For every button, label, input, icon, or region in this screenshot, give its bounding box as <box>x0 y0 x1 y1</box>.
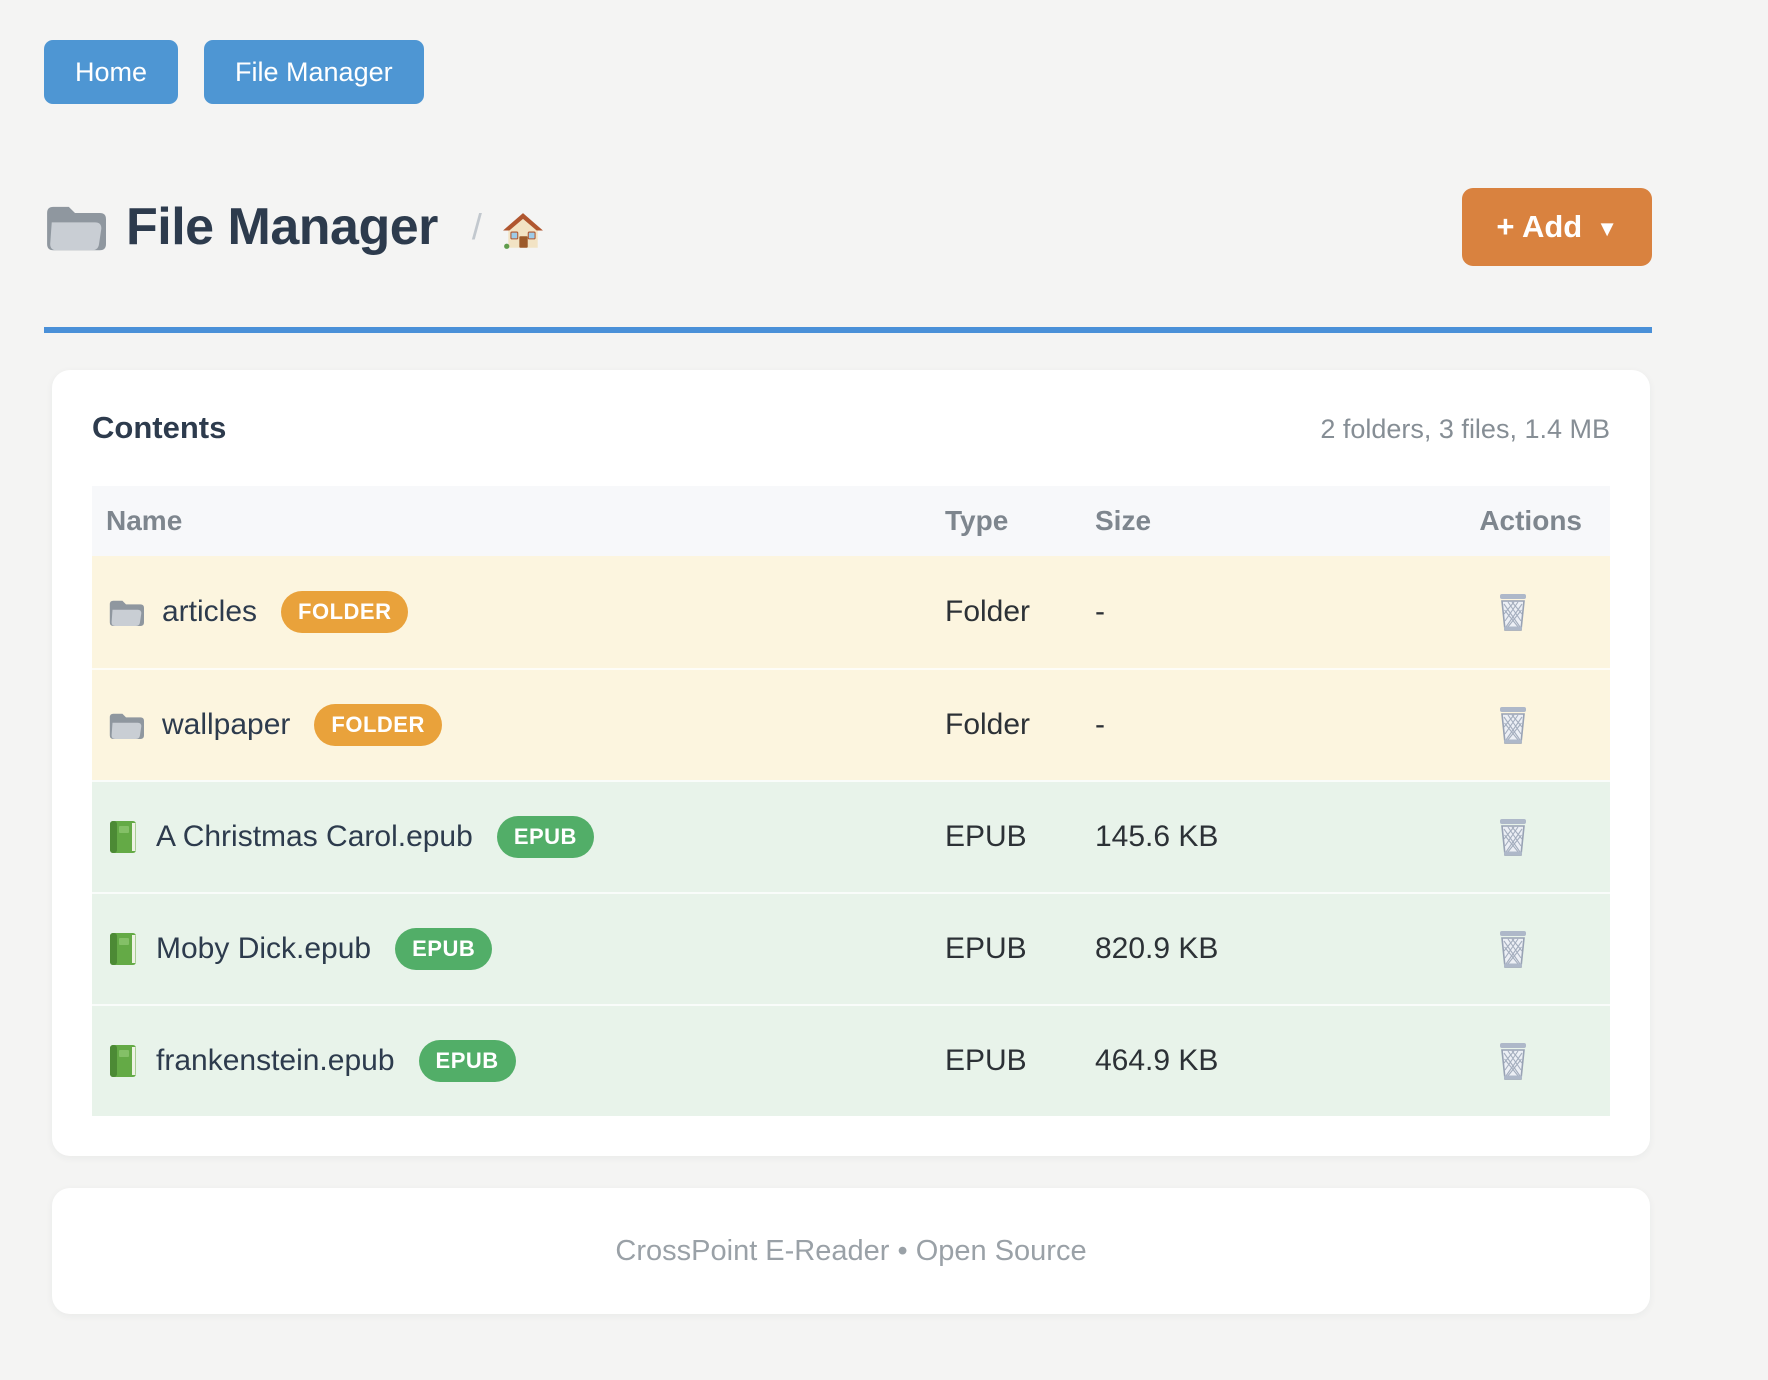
size-cell: 820.9 KB <box>1095 932 1415 966</box>
title-divider <box>44 327 1652 333</box>
home-button[interactable]: Home <box>44 40 178 104</box>
actions-cell <box>1415 1037 1610 1086</box>
page-header: File Manager / + Add ▼ <box>44 188 1652 266</box>
table-row[interactable]: articles FOLDER Folder - <box>92 556 1610 668</box>
table-row[interactable]: Moby Dick.epub EPUB EPUB 820.9 KB <box>92 892 1610 1004</box>
actions-cell <box>1415 701 1610 750</box>
file-name[interactable]: A Christmas Carol.epub <box>156 820 473 854</box>
file-badge: EPUB <box>497 816 594 858</box>
file-badge: FOLDER <box>281 591 408 633</box>
contents-header: Contents 2 folders, 3 files, 1.4 MB <box>92 410 1610 446</box>
file-name[interactable]: frankenstein.epub <box>156 1044 395 1078</box>
actions-cell <box>1415 925 1610 974</box>
footer-card: CrossPoint E-Reader • Open Source <box>52 1188 1650 1314</box>
type-cell: Folder <box>945 708 1095 742</box>
contents-heading: Contents <box>92 410 226 446</box>
file-name[interactable]: Moby Dick.epub <box>156 932 371 966</box>
column-header-actions: Actions <box>1415 505 1610 537</box>
file-manager-button[interactable]: File Manager <box>204 40 424 104</box>
book-icon <box>108 932 138 966</box>
file-name[interactable]: wallpaper <box>162 708 290 742</box>
name-cell: Moby Dick.epub EPUB <box>92 928 945 970</box>
folder-icon <box>44 201 106 253</box>
file-badge: EPUB <box>395 928 492 970</box>
table-row[interactable]: A Christmas Carol.epub EPUB EPUB 145.6 K… <box>92 780 1610 892</box>
page: Home File Manager File Manager / + Add ▼… <box>0 0 1768 1314</box>
delete-button[interactable] <box>1491 925 1535 974</box>
actions-cell <box>1415 813 1610 862</box>
breadcrumb-separator: / <box>472 206 482 248</box>
title-group: File Manager / <box>44 197 544 257</box>
contents-card: Contents 2 folders, 3 files, 1.4 MB Name… <box>52 370 1650 1156</box>
trash-icon <box>1495 929 1531 970</box>
book-icon <box>108 1044 138 1078</box>
column-header-name: Name <box>92 505 945 537</box>
folder-icon <box>108 598 144 627</box>
file-badge: EPUB <box>419 1040 516 1082</box>
size-cell: - <box>1095 595 1415 629</box>
name-cell: articles FOLDER <box>92 591 945 633</box>
type-cell: EPUB <box>945 820 1095 854</box>
top-nav: Home File Manager <box>44 40 1652 104</box>
trash-icon <box>1495 1041 1531 1082</box>
home-icon[interactable] <box>502 212 544 250</box>
file-name[interactable]: articles <box>162 595 257 629</box>
trash-icon <box>1495 817 1531 858</box>
type-cell: EPUB <box>945 1044 1095 1078</box>
book-icon <box>108 820 138 854</box>
table-row[interactable]: wallpaper FOLDER Folder - <box>92 668 1610 780</box>
size-cell: - <box>1095 708 1415 742</box>
contents-summary: 2 folders, 3 files, 1.4 MB <box>1320 414 1610 445</box>
actions-cell <box>1415 588 1610 637</box>
folder-icon <box>108 711 144 740</box>
add-button-label: + Add <box>1496 209 1582 245</box>
column-header-size: Size <box>1095 505 1415 537</box>
table-body: articles FOLDER Folder - wallpaper FOLDE… <box>92 556 1610 1116</box>
type-cell: EPUB <box>945 932 1095 966</box>
trash-icon <box>1495 705 1531 746</box>
size-cell: 145.6 KB <box>1095 820 1415 854</box>
column-header-type: Type <box>945 505 1095 537</box>
delete-button[interactable] <box>1491 1037 1535 1086</box>
file-badge: FOLDER <box>314 704 441 746</box>
file-table: Name Type Size Actions articles FOLDER F… <box>92 486 1610 1116</box>
page-title: File Manager <box>126 197 438 257</box>
name-cell: A Christmas Carol.epub EPUB <box>92 816 945 858</box>
chevron-down-icon: ▼ <box>1596 216 1618 242</box>
trash-icon <box>1495 592 1531 633</box>
name-cell: wallpaper FOLDER <box>92 704 945 746</box>
footer-text: CrossPoint E-Reader • Open Source <box>615 1235 1086 1268</box>
delete-button[interactable] <box>1491 813 1535 862</box>
size-cell: 464.9 KB <box>1095 1044 1415 1078</box>
table-header-row: Name Type Size Actions <box>92 486 1610 556</box>
table-row[interactable]: frankenstein.epub EPUB EPUB 464.9 KB <box>92 1004 1610 1116</box>
type-cell: Folder <box>945 595 1095 629</box>
name-cell: frankenstein.epub EPUB <box>92 1040 945 1082</box>
add-button[interactable]: + Add ▼ <box>1462 188 1652 266</box>
delete-button[interactable] <box>1491 588 1535 637</box>
delete-button[interactable] <box>1491 701 1535 750</box>
